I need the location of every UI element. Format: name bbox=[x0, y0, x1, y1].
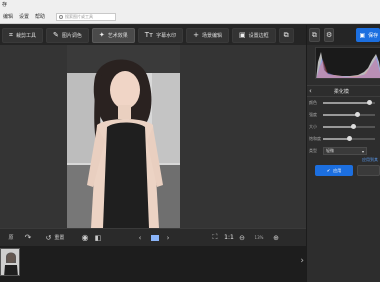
compare-icon: ⧉ bbox=[283, 30, 289, 39]
art-icon: ✦ bbox=[98, 30, 105, 39]
frame-icon: ▣ bbox=[239, 30, 246, 39]
check-icon: ✔ bbox=[326, 168, 331, 173]
thumbnail-strip: › bbox=[0, 246, 306, 282]
zoom-value: 13% bbox=[254, 235, 264, 240]
window-title: 存 bbox=[2, 2, 8, 8]
menu-bar: 编辑 设置 帮助 搜索图片或工具 bbox=[0, 10, 380, 24]
chevron-down-icon: ▾ bbox=[361, 148, 364, 154]
back-chevron-icon[interactable]: ‹ bbox=[309, 87, 312, 95]
reset-icon: ↺ bbox=[45, 233, 52, 242]
tool-scene-button[interactable]: + 场景编辑 bbox=[186, 27, 230, 43]
text-icon: Tт bbox=[144, 30, 154, 39]
panel-toolbar: ⧉ ⚙ ▣ 保存 bbox=[307, 25, 380, 45]
gallery-icon[interactable] bbox=[148, 232, 162, 244]
save-icon: ▣ bbox=[359, 31, 366, 39]
thumbnail-image bbox=[1, 249, 19, 275]
fit-screen-icon[interactable]: ⛶ bbox=[208, 232, 222, 244]
menu-settings[interactable]: 设置 bbox=[16, 13, 32, 20]
next-image-button[interactable]: › bbox=[162, 232, 174, 244]
photo-illustration bbox=[67, 45, 180, 228]
title-bar: 存 bbox=[0, 0, 380, 10]
slider-color[interactable] bbox=[323, 100, 375, 105]
slider-row-color: 颜色 bbox=[307, 97, 380, 109]
crop-icon: ⌗ bbox=[9, 30, 13, 39]
tool-art-effect-button[interactable]: ✦ 艺术效果 bbox=[91, 27, 135, 43]
cancel-button[interactable] bbox=[357, 165, 380, 176]
compare-button[interactable]: ⧉ bbox=[278, 27, 294, 43]
settings-icon[interactable]: ⚙ bbox=[323, 28, 335, 42]
histogram-graph bbox=[316, 48, 380, 78]
save-button[interactable]: ▣ 保存 bbox=[356, 28, 380, 42]
slider-size[interactable] bbox=[323, 124, 375, 129]
zoom-out-icon[interactable]: ⊖ bbox=[236, 232, 248, 244]
tool-text-button[interactable]: Tт 字幕水印 bbox=[137, 27, 184, 43]
search-box[interactable]: 搜索图片或工具 bbox=[56, 12, 117, 21]
undo-button[interactable]: 原 bbox=[0, 232, 22, 244]
image-canvas[interactable] bbox=[0, 45, 306, 228]
brush-icon: ✎ bbox=[52, 30, 59, 39]
right-panel: ⧉ ⚙ ▣ 保存 ‹ 柔化模 颜色 强度 大小 饱和度 类型 轻微 ▾ 应用到其… bbox=[306, 25, 380, 282]
plus-icon: + bbox=[193, 30, 199, 39]
layers-icon[interactable]: ⧉ bbox=[309, 28, 320, 42]
histogram bbox=[315, 47, 380, 79]
slider-strength[interactable] bbox=[323, 112, 375, 117]
ratio-1-1-button[interactable]: 1:1 bbox=[222, 232, 236, 244]
reset-button[interactable]: ↺ 重置 bbox=[40, 232, 70, 244]
tool-frame-button[interactable]: ▣ 设置边框 bbox=[232, 27, 276, 43]
app-window: 存 编辑 设置 帮助 搜索图片或工具 ⌗ 裁剪工具 ✎ 图片调色 ✦ 艺术效果 Tт 字… bbox=[0, 0, 380, 282]
type-select[interactable]: 轻微 ▾ bbox=[323, 147, 367, 155]
eye-icon[interactable]: ◉ bbox=[78, 232, 92, 244]
slider-row-saturation: 饱和度 bbox=[307, 133, 380, 145]
scroll-right-icon[interactable]: › bbox=[300, 256, 304, 266]
edited-photo bbox=[67, 45, 180, 228]
split-view-icon[interactable]: ◧ bbox=[92, 232, 104, 244]
prev-image-button[interactable]: ‹ bbox=[134, 232, 146, 244]
search-placeholder: 搜索图片或工具 bbox=[65, 13, 94, 19]
menu-edit[interactable]: 编辑 bbox=[0, 13, 16, 20]
effect-panel-header: ‹ 柔化模 bbox=[307, 85, 380, 97]
bottom-controls: 原 ↷ ↺ 重置 ◉ ◧ ‹ › ⛶ 1:1 ⊖ 13% ⊕ bbox=[0, 228, 306, 246]
tool-color-button[interactable]: ✎ 图片调色 bbox=[45, 27, 89, 43]
slider-row-strength: 强度 bbox=[307, 109, 380, 121]
zoom-in-icon[interactable]: ⊕ bbox=[270, 232, 282, 244]
apply-button[interactable]: ✔ 应用 bbox=[315, 165, 354, 176]
redo-icon[interactable]: ↷ bbox=[22, 232, 34, 244]
effect-title: 柔化模 bbox=[333, 88, 349, 95]
apply-to-others-link[interactable]: 应用到其 bbox=[307, 157, 380, 163]
panel-actions: ✔ 应用 bbox=[307, 165, 380, 176]
main-toolbar: ⌗ 裁剪工具 ✎ 图片调色 ✦ 艺术效果 Tт 字幕水印 + 场景编辑 ▣ 设置边框 ⧉ bbox=[0, 25, 306, 45]
menu-help[interactable]: 帮助 bbox=[32, 13, 48, 20]
slider-row-size: 大小 bbox=[307, 121, 380, 133]
search-icon bbox=[59, 14, 64, 19]
thumbnail-item[interactable] bbox=[0, 248, 20, 276]
type-row: 类型 轻微 ▾ bbox=[307, 145, 380, 157]
tool-crop-button[interactable]: ⌗ 裁剪工具 bbox=[2, 27, 43, 43]
slider-saturation[interactable] bbox=[323, 136, 375, 141]
